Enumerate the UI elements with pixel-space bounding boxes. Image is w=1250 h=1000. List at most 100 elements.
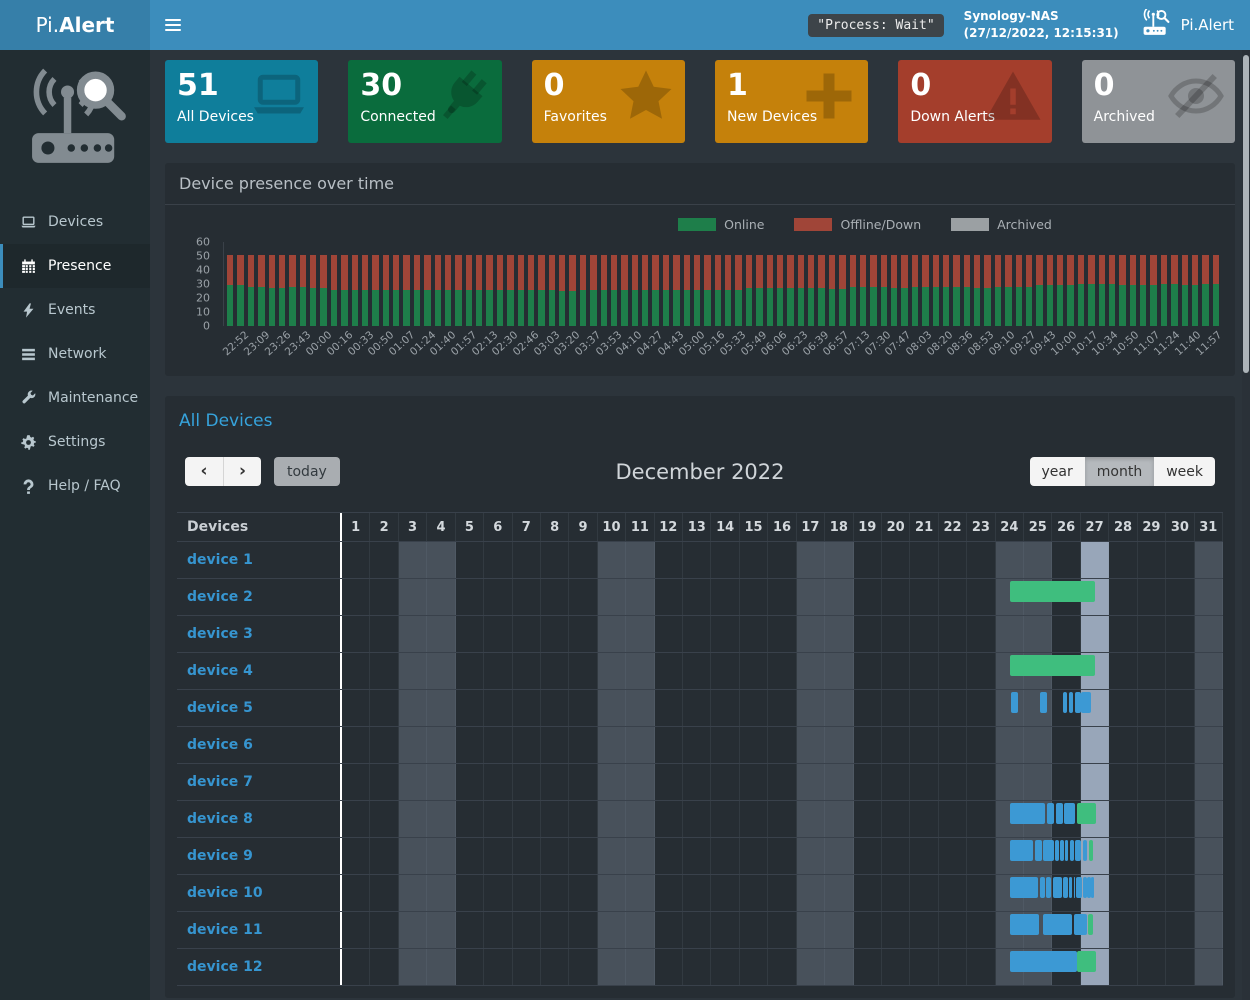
info-box-favorites[interactable]: 0Favorites (532, 60, 685, 143)
sidebar-item-network[interactable]: Network (0, 332, 150, 376)
device-link[interactable]: device 5 (187, 700, 253, 716)
presence-event-green[interactable] (1089, 840, 1094, 861)
presence-event-blue[interactable] (1081, 692, 1090, 713)
brand-link[interactable]: Pi.Alert (1139, 9, 1234, 41)
device-link[interactable]: device 9 (187, 848, 253, 864)
device-link[interactable]: device 1 (187, 552, 253, 568)
calendar-next-button[interactable]: › (223, 457, 261, 486)
calendar-prev-button[interactable]: ‹ (185, 457, 223, 486)
bar-online-segment (1192, 285, 1198, 326)
presence-event-blue[interactable] (1047, 803, 1055, 824)
presence-event-blue[interactable] (1035, 840, 1042, 861)
presence-event-blue[interactable] (1043, 840, 1054, 861)
presence-event-blue[interactable] (1056, 803, 1063, 824)
app-logo[interactable]: Pi.Alert (0, 0, 150, 50)
presence-event-green[interactable] (1088, 914, 1093, 935)
sidebar-item-help-faq[interactable]: Help / FAQ (0, 464, 150, 508)
device-link[interactable]: device 7 (187, 774, 253, 790)
presence-event-blue[interactable] (1069, 692, 1074, 713)
device-link[interactable]: device 6 (187, 737, 253, 753)
calendar-view-year-button[interactable]: year (1030, 457, 1085, 486)
calendar-toolbar: ‹ › today December 2022 yearmonthweek (185, 457, 1215, 486)
device-link[interactable]: device 8 (187, 811, 253, 827)
presence-event-blue[interactable] (1083, 840, 1087, 861)
chart-bar (1026, 242, 1032, 326)
presence-event-blue[interactable] (1069, 877, 1072, 898)
presence-event-blue[interactable] (1046, 877, 1051, 898)
presence-event-blue[interactable] (1010, 840, 1034, 861)
calendar-view-week-button[interactable]: week (1154, 457, 1215, 486)
info-box-down-alerts[interactable]: 0Down Alerts (898, 60, 1051, 143)
sidebar-item-presence[interactable]: Presence (0, 244, 150, 288)
info-box-archived[interactable]: 0Archived (1082, 60, 1235, 143)
bar-online-segment (569, 291, 575, 326)
info-box-new-devices[interactable]: 1New Devices (715, 60, 868, 143)
chart-bar (601, 242, 607, 326)
info-box-connected[interactable]: 30Connected (348, 60, 501, 143)
day-number-cell: 4 (427, 513, 455, 541)
scrollbar-thumb[interactable] (1243, 55, 1249, 373)
calendar-view-month-button[interactable]: month (1085, 457, 1154, 486)
presence-event-blue[interactable] (1043, 914, 1072, 935)
device-link[interactable]: device 4 (187, 663, 253, 679)
event-layer (342, 764, 1223, 800)
presence-event-blue[interactable] (1040, 692, 1048, 713)
sidebar-item-events[interactable]: Events (0, 288, 150, 332)
bar-online-segment (933, 287, 939, 326)
event-layer (342, 653, 1223, 689)
presence-event-blue[interactable] (1070, 840, 1075, 861)
presence-event-blue[interactable] (1010, 914, 1039, 935)
presence-event-green[interactable] (1010, 581, 1095, 602)
bar-online-segment (881, 287, 887, 326)
presence-event-blue[interactable] (1064, 803, 1075, 824)
day-number-cell: 5 (456, 513, 484, 541)
calendar-today-button[interactable]: today (274, 457, 340, 486)
bar-offline-segment (756, 255, 762, 289)
bar-online-segment (850, 287, 856, 326)
presence-event-blue[interactable] (1075, 692, 1081, 713)
presence-event-blue[interactable] (1065, 840, 1068, 861)
device-link[interactable]: device 10 (187, 885, 263, 901)
device-link[interactable]: device 3 (187, 626, 253, 642)
presence-event-blue[interactable] (1075, 840, 1081, 861)
sidebar-item-devices[interactable]: Devices (0, 200, 150, 244)
device-link[interactable]: device 2 (187, 589, 253, 605)
info-box-all-devices[interactable]: 51All Devices (165, 60, 318, 143)
sidebar-item-maintenance[interactable]: Maintenance (0, 376, 150, 420)
sidebar-item-settings[interactable]: Settings (0, 420, 150, 464)
presence-event-green[interactable] (1010, 655, 1095, 676)
presence-event-blue[interactable] (1011, 692, 1018, 713)
presence-event-blue[interactable] (1063, 877, 1068, 898)
top-navbar: Pi.Alert "Process: Wait" Synology-NAS (2… (0, 0, 1250, 50)
sidebar-toggle-button[interactable] (150, 0, 196, 50)
bar-online-segment (725, 290, 731, 326)
presence-event-blue[interactable] (1053, 877, 1062, 898)
bar-online-segment (995, 287, 1001, 326)
chart-bar (1119, 242, 1125, 326)
bar-online-segment (621, 290, 627, 326)
presence-event-blue[interactable] (1010, 803, 1045, 824)
presence-event-blue[interactable] (1087, 877, 1090, 898)
device-link[interactable]: device 12 (187, 959, 263, 975)
presence-event-blue[interactable] (1010, 877, 1038, 898)
presence-event-green[interactable] (1077, 951, 1095, 972)
presence-event-blue[interactable] (1040, 877, 1045, 898)
presence-event-blue[interactable] (1063, 692, 1067, 713)
presence-event-blue[interactable] (1074, 877, 1076, 898)
presence-event-blue[interactable] (1083, 877, 1086, 898)
device-link[interactable]: device 11 (187, 922, 263, 938)
bar-offline-segment (445, 255, 451, 290)
chart-bar (673, 242, 679, 326)
chart-bar (1047, 242, 1053, 326)
presence-event-green[interactable] (1077, 803, 1096, 824)
presence-event-blue[interactable] (1091, 877, 1093, 898)
bar-offline-segment (372, 255, 378, 290)
chart-bar (725, 242, 731, 326)
presence-event-blue[interactable] (1074, 914, 1088, 935)
presence-event-blue[interactable] (1060, 840, 1063, 861)
presence-event-blue[interactable] (1010, 951, 1078, 972)
presence-event-blue[interactable] (1076, 877, 1082, 898)
page-scrollbar[interactable] (1242, 50, 1250, 1000)
day-number-cell: 21 (910, 513, 938, 541)
presence-event-blue[interactable] (1055, 840, 1059, 861)
